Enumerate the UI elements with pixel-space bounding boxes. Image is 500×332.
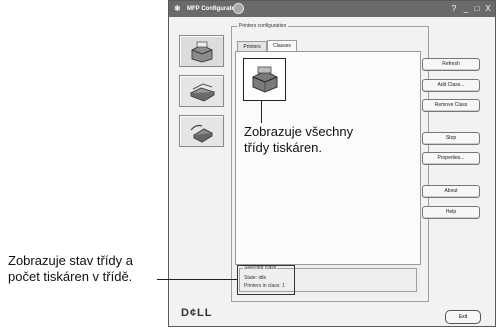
dell-logo: D¢LL <box>181 307 213 319</box>
printer-class-icon <box>252 66 278 93</box>
properties-button[interactable]: Properties... <box>422 152 480 165</box>
callout-line-status <box>157 279 237 280</box>
stop-button[interactable]: Stop <box>422 132 480 145</box>
about-button[interactable]: About <box>422 185 480 198</box>
remove-class-button[interactable]: Remove Class <box>422 99 480 112</box>
status-highlight <box>237 265 295 295</box>
refresh-button[interactable]: Refresh <box>422 58 480 71</box>
callout-classes-line1: Zobrazuje všechny <box>244 124 354 139</box>
minimize-button[interactable]: _ <box>461 3 471 14</box>
callout-status-line1: Zobrazuje stav třídy a <box>8 253 133 268</box>
callout-classes: Zobrazuje všechny třídy tiskáren. <box>244 124 353 156</box>
callout-classes-line2: třídy tiskáren. <box>244 140 323 155</box>
group-label: Printers configuration <box>237 23 289 29</box>
globe-icon <box>233 3 244 14</box>
app-icon: ✱ <box>174 4 181 13</box>
window-title: MFP Configurator <box>187 6 238 12</box>
nav-printers-button[interactable] <box>179 35 224 67</box>
nav-ports-button[interactable] <box>179 115 224 147</box>
close-button[interactable]: X <box>483 3 493 14</box>
tab-printers[interactable]: Printers <box>237 41 267 51</box>
scanner-icon <box>189 83 216 102</box>
callout-status-line2: počet tiskáren v třídě. <box>8 269 133 284</box>
printer-class-item[interactable] <box>243 58 286 101</box>
exit-button[interactable]: Exit <box>445 310 481 324</box>
maximize-button[interactable]: □ <box>472 3 482 14</box>
title-bar: ✱ MFP Configurator ? _ □ X <box>169 1 495 17</box>
port-icon <box>190 124 214 143</box>
add-class-button[interactable]: Add Class... <box>422 79 480 92</box>
nav-scanners-button[interactable] <box>179 75 224 107</box>
mfp-configurator-window: ✱ MFP Configurator ? _ □ X Printers conf… <box>168 0 496 327</box>
help-button[interactable]: Help <box>422 206 480 219</box>
printer-icon <box>191 41 213 63</box>
tab-classes[interactable]: Classes <box>267 40 297 51</box>
callout-line-classes <box>261 101 262 123</box>
help-window-button[interactable]: ? <box>449 3 459 14</box>
callout-status: Zobrazuje stav třídy a počet tiskáren v … <box>8 253 133 285</box>
